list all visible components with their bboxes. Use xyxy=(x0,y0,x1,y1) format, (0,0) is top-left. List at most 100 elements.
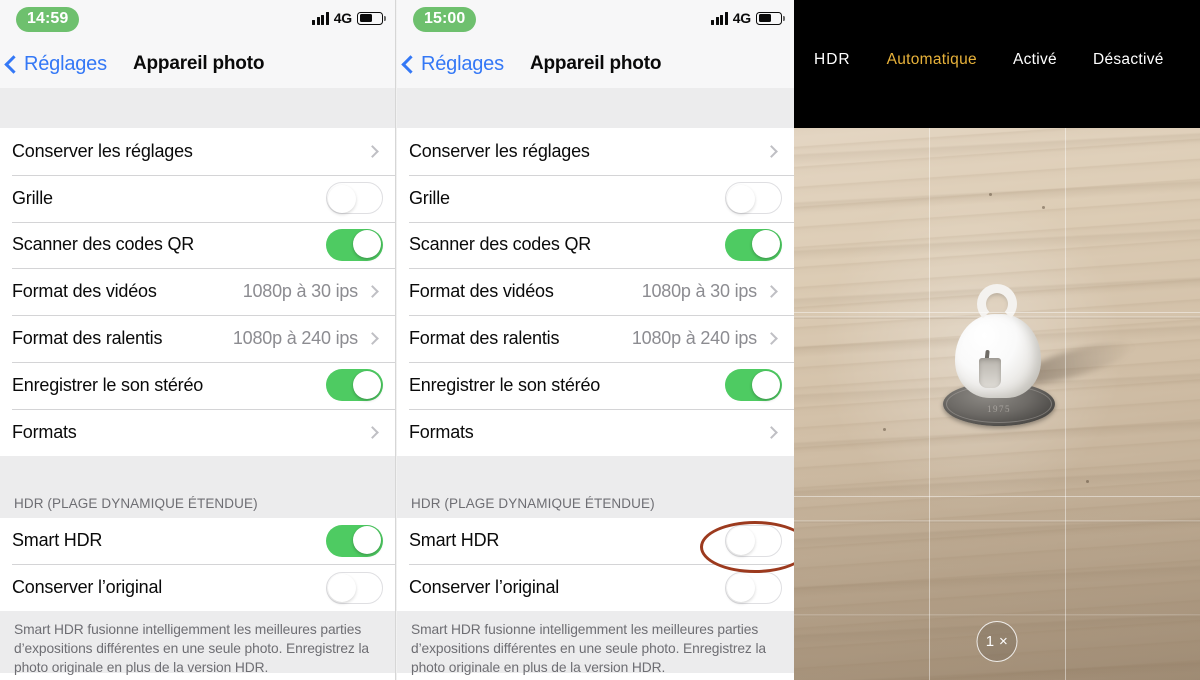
viewfinder-preview[interactable]: 1975 1 × xyxy=(794,128,1200,680)
toggle-scanner-qr[interactable] xyxy=(326,228,383,261)
back-button-label: Réglages xyxy=(24,52,107,75)
row-label: Smart HDR xyxy=(409,530,500,551)
settings-panel-before: 14:59 4G Réglages Appareil photo Conserv… xyxy=(0,0,395,680)
row-label: Conserver l’original xyxy=(12,577,163,598)
page-title: Appareil photo xyxy=(133,53,265,74)
grid-line-horizontal xyxy=(794,495,1200,497)
chevron-left-icon xyxy=(4,54,23,74)
status-time: 15:00 xyxy=(413,7,477,32)
settings-row-son-stereo[interactable]: Enregistrer le son stéréo xyxy=(0,361,395,409)
back-button[interactable]: Réglages xyxy=(4,52,107,76)
grid-line-vertical xyxy=(1064,128,1066,680)
hdr-option-active[interactable]: Activé xyxy=(1013,51,1057,69)
section-footer-hdr: Smart HDR fusionne intelligemment les me… xyxy=(0,611,395,675)
chevron-right-icon xyxy=(765,285,778,299)
hdr-option-automatique[interactable]: Automatique xyxy=(887,51,977,69)
settings-group-main: Conserver les réglages Grille Scanner de… xyxy=(397,128,794,456)
row-label: Conserver l’original xyxy=(409,577,560,598)
row-label: Format des ralentis xyxy=(12,328,163,349)
settings-row-scanner-qr[interactable]: Scanner des codes QR xyxy=(397,221,794,269)
settings-row-format-videos[interactable]: Format des vidéos 1080p à 30 ips xyxy=(0,268,395,316)
chevron-left-icon xyxy=(401,54,420,74)
list-top-gap xyxy=(397,88,794,128)
zoom-level-button[interactable]: 1 × xyxy=(976,621,1018,662)
chevron-right-icon xyxy=(366,145,379,158)
row-label: Formats xyxy=(12,421,77,442)
grid-line-vertical xyxy=(929,128,931,680)
hdr-menu-label: HDR xyxy=(814,51,851,68)
settings-row-conserver-original[interactable]: Conserver l’original xyxy=(0,564,395,612)
row-label: Smart HDR xyxy=(12,530,103,551)
row-label: Grille xyxy=(409,187,450,208)
hdr-menu: HDR Automatique Activé Désactivé xyxy=(814,51,1164,69)
settings-row-format-ralentis[interactable]: Format des ralentis 1080p à 240 ips xyxy=(0,315,395,362)
nav-bar: Réglages Appareil photo xyxy=(397,40,794,88)
status-bar: 14:59 4G xyxy=(0,0,395,40)
row-label: Format des vidéos xyxy=(409,281,554,302)
settings-row-conserver-reglages[interactable]: Conserver les réglages xyxy=(0,128,395,175)
cellular-signal-icon xyxy=(711,11,728,25)
toggle-conserver-original[interactable] xyxy=(725,571,782,604)
hdr-option-desactive[interactable]: Désactivé xyxy=(1093,51,1164,69)
settings-row-scanner-qr[interactable]: Scanner des codes QR xyxy=(0,221,395,269)
row-value: 1080p à 30 ips xyxy=(641,281,758,302)
row-value: 1080p à 240 ips xyxy=(631,328,757,349)
row-label: Grille xyxy=(12,187,53,208)
page-title: Appareil photo xyxy=(530,53,662,74)
cellular-signal-icon xyxy=(312,11,329,25)
section-header-hdr: HDR (PLAGE DYNAMIQUE ÉTENDUE) xyxy=(0,455,395,518)
row-label: Format des ralentis xyxy=(409,328,560,349)
settings-row-format-videos[interactable]: Format des vidéos 1080p à 30 ips xyxy=(397,268,794,316)
hdr-section-header-area: HDR (PLAGE DYNAMIQUE ÉTENDUE) xyxy=(0,455,395,518)
settings-group-main: Conserver les réglages Grille Scanner de… xyxy=(0,128,395,456)
chevron-right-icon xyxy=(366,285,379,299)
settings-row-son-stereo[interactable]: Enregistrer le son stéréo xyxy=(397,361,794,409)
settings-row-grille[interactable]: Grille xyxy=(0,174,395,222)
row-label: Formats xyxy=(409,421,474,442)
hdr-section-header-area: HDR (PLAGE DYNAMIQUE ÉTENDUE) xyxy=(397,455,794,518)
row-label: Conserver les réglages xyxy=(12,140,193,161)
printed-object-body xyxy=(955,314,1041,398)
row-value: 1080p à 240 ips xyxy=(232,328,358,349)
toggle-son-stereo[interactable] xyxy=(725,369,782,402)
chevron-right-icon xyxy=(366,425,379,439)
settings-row-smart-hdr[interactable]: Smart HDR xyxy=(397,517,794,565)
row-label: Format des vidéos xyxy=(12,281,157,302)
settings-panel-after: 15:00 4G Réglages Appareil photo Conserv… xyxy=(397,0,794,680)
toggle-grille[interactable] xyxy=(725,182,782,215)
network-type-label: 4G xyxy=(333,10,352,26)
toggle-grille[interactable] xyxy=(326,182,383,215)
row-label: Enregistrer le son stéréo xyxy=(409,374,601,395)
settings-row-grille[interactable]: Grille xyxy=(397,174,794,222)
wood-plank-seam xyxy=(794,520,1200,523)
settings-row-conserver-reglages[interactable]: Conserver les réglages xyxy=(397,128,794,175)
network-type-label: 4G xyxy=(732,10,751,26)
toggle-smart-hdr[interactable] xyxy=(725,524,782,557)
settings-row-formats[interactable]: Formats xyxy=(397,408,794,456)
chevron-right-icon xyxy=(765,145,778,158)
toggle-smart-hdr[interactable] xyxy=(326,524,383,557)
battery-icon xyxy=(357,11,386,25)
settings-row-format-ralentis[interactable]: Format des ralentis 1080p à 240 ips xyxy=(397,315,794,362)
section-header-hdr: HDR (PLAGE DYNAMIQUE ÉTENDUE) xyxy=(397,455,794,518)
toggle-conserver-original[interactable] xyxy=(326,571,383,604)
row-label: Enregistrer le son stéréo xyxy=(12,374,204,395)
toggle-scanner-qr[interactable] xyxy=(725,228,782,261)
back-button[interactable]: Réglages xyxy=(401,53,504,76)
settings-group-hdr: Smart HDR Conserver l’original xyxy=(397,517,794,612)
printed-object-handle xyxy=(977,284,1017,324)
row-label: Scanner des codes QR xyxy=(12,234,195,255)
status-indicators: 4G xyxy=(711,10,785,26)
chevron-right-icon xyxy=(765,332,778,345)
settings-row-formats[interactable]: Formats xyxy=(0,408,395,456)
nav-bar: Réglages Appareil photo xyxy=(0,40,395,88)
row-label: Conserver les réglages xyxy=(409,140,590,161)
toggle-son-stereo[interactable] xyxy=(326,369,383,402)
camera-top-bar: HDR Automatique Activé Désactivé xyxy=(794,0,1200,128)
settings-group-hdr: Smart HDR Conserver l’original xyxy=(0,517,395,612)
chevron-right-icon xyxy=(366,332,379,345)
settings-row-conserver-original[interactable]: Conserver l’original xyxy=(397,564,794,612)
settings-row-smart-hdr[interactable]: Smart HDR xyxy=(0,517,395,565)
list-top-gap xyxy=(0,88,395,128)
battery-icon xyxy=(756,11,785,25)
